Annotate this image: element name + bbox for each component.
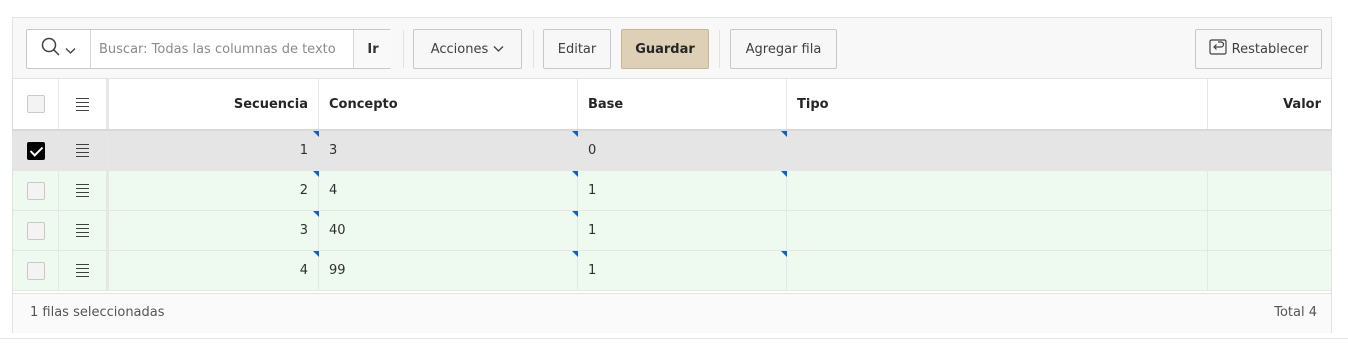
cell-base[interactable]: 0 [578, 131, 787, 170]
table-row[interactable]: 1 3 0 [13, 131, 1331, 171]
cell-base[interactable]: 1 [578, 171, 787, 210]
cell-base[interactable]: 1 [578, 251, 787, 290]
cell-base[interactable]: 1 [578, 211, 787, 250]
row-menu-icon [76, 144, 89, 157]
page-divider [0, 338, 1348, 339]
select-all-cell [13, 79, 59, 129]
edit-button[interactable]: Editar [543, 29, 611, 69]
header-tipo[interactable]: Tipo [787, 79, 1208, 129]
row-checkbox[interactable] [26, 181, 45, 200]
changed-marker [572, 131, 578, 137]
changed-marker [313, 131, 319, 137]
header-base[interactable]: Base [578, 79, 787, 129]
row-menu-icon [76, 224, 89, 237]
search-column-selector-button[interactable] [27, 30, 91, 68]
toolbar-divider [403, 30, 404, 68]
header-valor[interactable]: Valor [1208, 79, 1331, 129]
reset-icon [1209, 39, 1227, 59]
row-menu-icon [76, 184, 89, 197]
row-checkbox[interactable] [26, 261, 45, 280]
row-actions-cell[interactable] [59, 251, 109, 290]
actions-label: Acciones [430, 41, 489, 57]
cell-secuencia[interactable]: 4 [109, 251, 319, 290]
cell-valor[interactable] [1208, 251, 1331, 290]
table-row[interactable]: 3 40 1 [13, 211, 1331, 251]
grid-header: Secuencia Concepto Base Tipo Valor [13, 79, 1331, 131]
chevron-down-icon [493, 42, 504, 57]
toolbar-divider [719, 30, 720, 68]
reset-label: Restablecer [1231, 41, 1309, 57]
row-actions-cell[interactable] [59, 211, 109, 250]
cell-concepto[interactable]: 3 [319, 131, 578, 170]
cell-secuencia[interactable]: 1 [109, 131, 319, 170]
cell-concepto[interactable]: 4 [319, 171, 578, 210]
search-icon [41, 37, 61, 61]
grid-toolbar: Ir Acciones Editar Guardar Agregar fila … [13, 18, 1331, 79]
row-select-cell [13, 251, 59, 290]
changed-marker [572, 171, 578, 177]
changed-marker [313, 251, 319, 257]
changed-marker [572, 251, 578, 257]
cell-secuencia[interactable]: 3 [109, 211, 319, 250]
cell-tipo[interactable] [787, 131, 1208, 170]
row-checkbox[interactable] [26, 221, 45, 240]
cell-valor[interactable] [1208, 131, 1331, 170]
row-actions-cell[interactable] [59, 171, 109, 210]
search-input[interactable] [91, 30, 353, 68]
selection-count: 1 filas seleccionadas [30, 305, 165, 320]
header-actions-cell [59, 79, 109, 129]
row-menu-icon [76, 264, 89, 277]
changed-marker [313, 211, 319, 217]
row-select-cell [13, 211, 59, 250]
cell-tipo[interactable] [787, 211, 1208, 250]
cell-concepto[interactable]: 40 [319, 211, 578, 250]
cell-tipo[interactable] [787, 171, 1208, 210]
header-concepto[interactable]: Concepto [319, 79, 578, 129]
table-row[interactable]: 4 99 1 [13, 251, 1331, 291]
reset-button[interactable]: Restablecer [1195, 29, 1322, 69]
cell-secuencia[interactable]: 2 [109, 171, 319, 210]
header-menu-icon [76, 97, 89, 111]
row-checkbox[interactable] [26, 141, 45, 160]
grid-footer: 1 filas seleccionadas Total 4 [13, 293, 1331, 333]
row-select-cell [13, 171, 59, 210]
search-bar: Ir [26, 29, 392, 69]
interactive-grid: Ir Acciones Editar Guardar Agregar fila … [12, 17, 1332, 333]
toolbar-divider [533, 30, 534, 68]
save-button[interactable]: Guardar [621, 29, 709, 69]
cell-concepto[interactable]: 99 [319, 251, 578, 290]
row-actions-cell[interactable] [59, 131, 109, 170]
total-count: Total 4 [1274, 305, 1317, 320]
chevron-down-icon [65, 40, 76, 59]
go-button[interactable]: Ir [353, 30, 392, 68]
select-all-checkbox[interactable] [26, 95, 45, 113]
changed-marker [781, 131, 787, 137]
header-secuencia[interactable]: Secuencia [109, 79, 319, 129]
table-row[interactable]: 2 4 1 [13, 171, 1331, 211]
changed-marker [313, 171, 319, 177]
row-select-cell [13, 131, 59, 170]
changed-marker [572, 211, 578, 217]
cell-valor[interactable] [1208, 171, 1331, 210]
changed-marker [781, 171, 787, 177]
changed-marker [781, 251, 787, 257]
cell-valor[interactable] [1208, 211, 1331, 250]
add-row-button[interactable]: Agregar fila [730, 29, 837, 69]
actions-button[interactable]: Acciones [413, 29, 522, 69]
cell-tipo[interactable] [787, 251, 1208, 290]
